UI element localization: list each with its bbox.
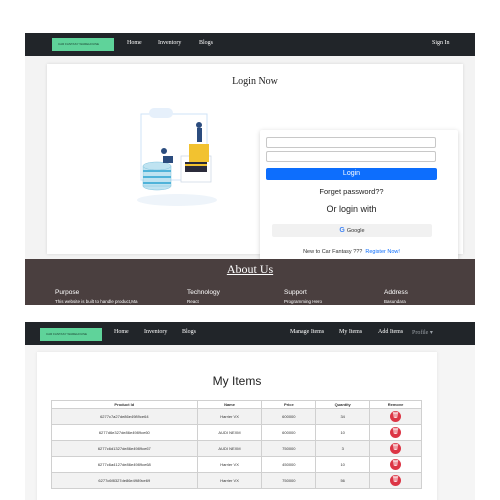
profile-dropdown[interactable]: Profile ▾ bbox=[412, 329, 433, 336]
remove-cell: 🗑 bbox=[369, 424, 422, 441]
product-id-cell: 6277c7a27de86e4989ce64 bbox=[51, 408, 198, 425]
price-cell: 600000 bbox=[261, 424, 317, 441]
name-cell: AUDI NEXM bbox=[196, 440, 263, 457]
table-header-row: Product Id Name Price Quantity Remove bbox=[51, 400, 422, 409]
about-technology-heading: Technology bbox=[187, 289, 220, 296]
about-technology-text: React bbox=[187, 299, 199, 304]
product-id-cell: 6277d6e327de86e4989ce60 bbox=[51, 424, 198, 441]
remove-button[interactable]: 🗑 bbox=[390, 411, 402, 422]
about-support: Support Programming Hero bbox=[284, 289, 322, 304]
about-purpose-text: This website is built to handle product,… bbox=[55, 299, 138, 304]
new-user-text: New to Car Fantasy ??? bbox=[303, 249, 363, 255]
about-address: Address Basundara bbox=[384, 289, 408, 304]
top-navbar: CAR FANTASY WAREHOUSE Home Inventory Blo… bbox=[25, 33, 475, 56]
register-now-link[interactable]: Register Now! bbox=[365, 249, 400, 255]
nav-my-items-link[interactable]: My Items bbox=[339, 329, 362, 335]
email-field[interactable] bbox=[266, 137, 436, 148]
product-id-cell: 6277c6d1327de86e4989ce67 bbox=[51, 440, 198, 457]
nav-sign-in-link[interactable]: Sign In bbox=[432, 40, 450, 46]
remove-cell: 🗑 bbox=[369, 472, 422, 489]
quantity-cell: 34 bbox=[315, 408, 371, 425]
login-title: Login Now bbox=[232, 76, 278, 87]
about-support-heading: Support bbox=[284, 289, 307, 296]
name-cell: Harrier VX bbox=[196, 408, 263, 425]
items-table: Product Id Name Price Quantity Remove 62… bbox=[51, 400, 422, 489]
col-product-id: Product Id bbox=[51, 400, 198, 409]
my-items-card: My Items Product Id Name Price Quantity … bbox=[37, 352, 437, 500]
logo-text: CAR FANTASY WAREHOUSE bbox=[46, 332, 87, 336]
remove-cell: 🗑 bbox=[369, 440, 422, 457]
google-login-button[interactable]: G Google bbox=[272, 224, 432, 237]
remove-cell: 🗑 bbox=[369, 456, 422, 473]
table-row: 6277c6d1327de86e4989ce67 AUDI NEXM 75000… bbox=[51, 440, 422, 457]
remove-cell: 🗑 bbox=[369, 408, 422, 425]
col-name: Name bbox=[196, 400, 263, 409]
table-row: 6277c6a4127de86e4989ce68 Harrier VX 4500… bbox=[51, 456, 422, 473]
col-quantity: Quantity bbox=[315, 400, 371, 409]
login-illustration bbox=[137, 108, 217, 206]
about-purpose-heading: Purpose bbox=[55, 289, 80, 296]
quantity-cell: 10 bbox=[315, 424, 371, 441]
remove-button[interactable]: 🗑 bbox=[390, 459, 402, 470]
login-page-screenshot: CAR FANTASY WAREHOUSE Home Inventory Blo… bbox=[25, 33, 475, 305]
login-card: Login Now Login Forget password?? Or log… bbox=[47, 64, 463, 270]
password-field[interactable] bbox=[266, 151, 436, 162]
about-us-title: About Us bbox=[226, 262, 274, 276]
nav-home-link[interactable]: Home bbox=[127, 40, 142, 46]
about-address-heading: Address bbox=[384, 289, 408, 296]
nav-add-items-link[interactable]: Add Items bbox=[378, 329, 403, 335]
nav-blogs-link[interactable]: Blogs bbox=[199, 40, 213, 46]
quantity-cell: 10 bbox=[315, 456, 371, 473]
table-row: 6277c6f8327de86e4989ce69 Harrier VX 7500… bbox=[51, 472, 422, 489]
forgot-password-link[interactable]: Forget password?? bbox=[260, 187, 443, 196]
nav-inventory-link[interactable]: Inventory bbox=[158, 40, 181, 46]
product-id-cell: 6277c6a4127de86e4989ce68 bbox=[51, 456, 198, 473]
quantity-cell: 56 bbox=[315, 472, 371, 489]
price-cell: 750000 bbox=[261, 472, 317, 489]
col-remove: Remove bbox=[369, 400, 422, 409]
items-navbar: CAR FANTASY WAREHOUSE Home Inventory Blo… bbox=[25, 322, 475, 345]
my-items-page-screenshot: CAR FANTASY WAREHOUSE Home Inventory Blo… bbox=[25, 322, 475, 500]
google-button-label: Google bbox=[346, 228, 365, 234]
about-us-footer: About Us Purpose This website is built t… bbox=[25, 259, 475, 305]
nav-inventory-link[interactable]: Inventory bbox=[144, 329, 167, 335]
about-purpose: Purpose This website is built to handle … bbox=[55, 289, 138, 304]
name-cell: AUDI NEXM bbox=[196, 424, 263, 441]
table-row: 6277c7a27de86e4989ce64 Harrier VX 600000… bbox=[51, 408, 422, 425]
table-row: 6277d6e327de86e4989ce60 AUDI NEXM 600000… bbox=[51, 424, 422, 441]
price-cell: 450000 bbox=[261, 456, 317, 473]
name-cell: Harrier VX bbox=[196, 472, 263, 489]
price-cell: 600000 bbox=[261, 408, 317, 425]
about-technology: Technology React bbox=[187, 289, 220, 304]
google-icon: G bbox=[339, 227, 345, 234]
site-logo[interactable]: CAR FANTASY WAREHOUSE bbox=[40, 328, 102, 341]
price-cell: 750000 bbox=[261, 440, 317, 457]
remove-button[interactable]: 🗑 bbox=[390, 475, 402, 486]
about-support-text: Programming Hero bbox=[284, 299, 323, 304]
register-row: New to Car Fantasy ??? Register Now! bbox=[260, 249, 443, 255]
my-items-title: My Items bbox=[212, 374, 262, 388]
about-address-text: Basundara bbox=[384, 299, 406, 304]
name-cell: Harrier VX bbox=[196, 456, 263, 473]
logo-text: CAR FANTASY WAREHOUSE bbox=[58, 42, 99, 46]
login-form: Login Forget password?? Or login with GG… bbox=[260, 130, 458, 270]
product-id-cell: 6277c6f8327de86e4989ce69 bbox=[51, 472, 198, 489]
login-button[interactable]: Login bbox=[266, 168, 437, 180]
site-logo[interactable]: CAR FANTASY WAREHOUSE bbox=[52, 38, 114, 51]
or-login-with-label: Or login with bbox=[326, 204, 377, 214]
remove-button[interactable]: 🗑 bbox=[390, 427, 402, 438]
col-price: Price bbox=[261, 400, 317, 409]
remove-button[interactable]: 🗑 bbox=[390, 443, 402, 454]
nav-blogs-link[interactable]: Blogs bbox=[182, 329, 196, 335]
nav-manage-items-link[interactable]: Manage Items bbox=[290, 329, 324, 335]
quantity-cell: 3 bbox=[315, 440, 371, 457]
nav-home-link[interactable]: Home bbox=[114, 329, 129, 335]
